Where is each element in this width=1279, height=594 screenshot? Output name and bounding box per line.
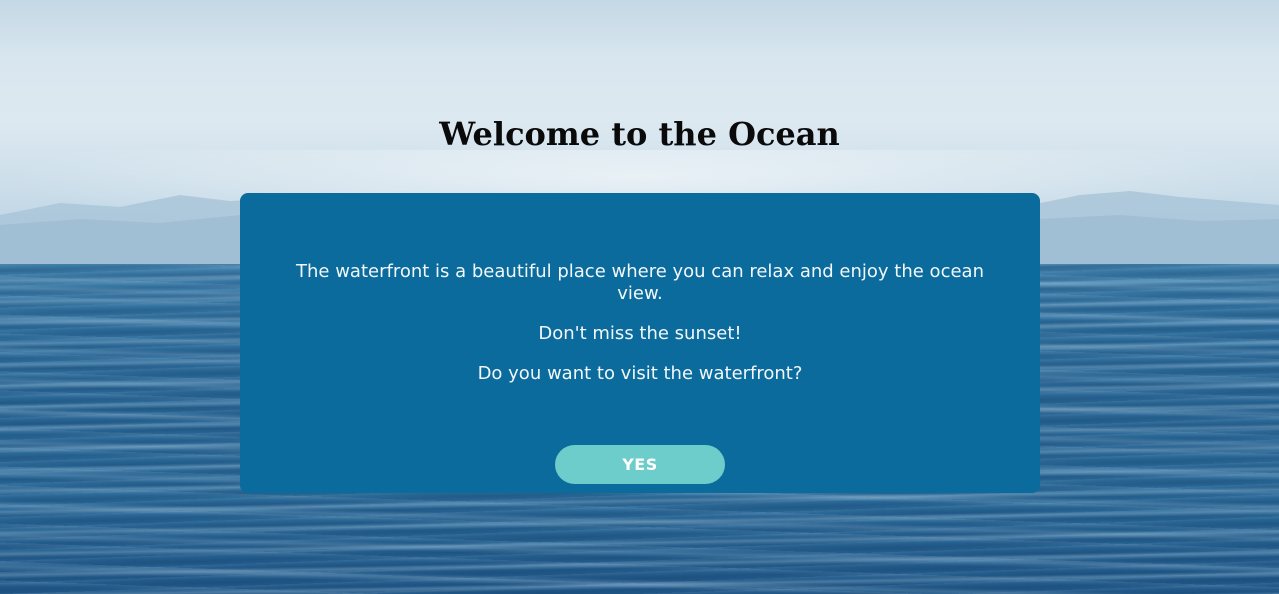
dialog-body: The waterfront is a beautiful place wher…	[290, 261, 990, 403]
dialog-sunset-note: Don't miss the sunset!	[538, 323, 742, 344]
yes-button[interactable]: YES	[555, 445, 725, 484]
page-title: Welcome to the Ocean	[439, 115, 840, 153]
dialog-description: The waterfront is a beautiful place wher…	[296, 261, 984, 304]
dialog-question: Do you want to visit the waterfront?	[477, 363, 803, 384]
waterfront-dialog: The waterfront is a beautiful place wher…	[240, 193, 1040, 493]
